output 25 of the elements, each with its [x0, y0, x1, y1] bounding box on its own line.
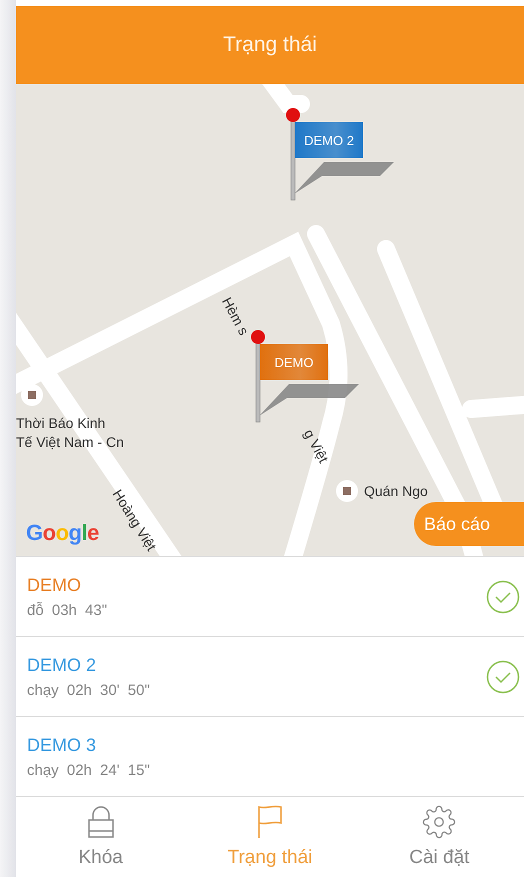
marker-flag: DEMO 2 — [295, 122, 363, 158]
flag-marker[interactable]: DEMO — [251, 330, 361, 425]
report-button[interactable]: Báo cáo — [414, 502, 524, 546]
vehicle-name: DEMO 3 — [27, 734, 98, 756]
flag-marker[interactable]: DEMO 2 — [286, 108, 396, 203]
street-label: g Việt — [300, 426, 333, 466]
vehicle-status: chạy 02h 30' 50" — [27, 682, 151, 698]
place-label: Thời Báo Kinh Tế Việt Nam - Cn — [16, 414, 124, 452]
vehicle-row[interactable]: DEMO đỗ 03h 43" — [16, 556, 524, 636]
marker-flag: DEMO — [260, 344, 328, 380]
vehicle-name: DEMO — [27, 574, 82, 596]
vehicle-row[interactable]: DEMO 3 chạy 02h 24' 15" — [16, 716, 524, 796]
vehicle-status: chạy 02h 24' 15" — [27, 762, 151, 778]
flag-icon — [256, 805, 284, 839]
vehicle-name: DEMO 2 — [27, 654, 98, 676]
place-label: Quán Ngo — [364, 482, 428, 501]
place-icon — [336, 480, 358, 502]
vehicle-status: đỗ 03h 43" — [27, 602, 108, 618]
place-icon — [21, 384, 43, 406]
header-title: Trạng thái — [223, 33, 317, 57]
lock-icon — [86, 805, 116, 839]
street-label: Hèm s — [218, 294, 253, 339]
settings-icon — [422, 805, 456, 839]
vehicle-row[interactable]: DEMO 2 chạy 02h 30' 50" — [16, 636, 524, 716]
google-logo: Google — [26, 520, 99, 546]
